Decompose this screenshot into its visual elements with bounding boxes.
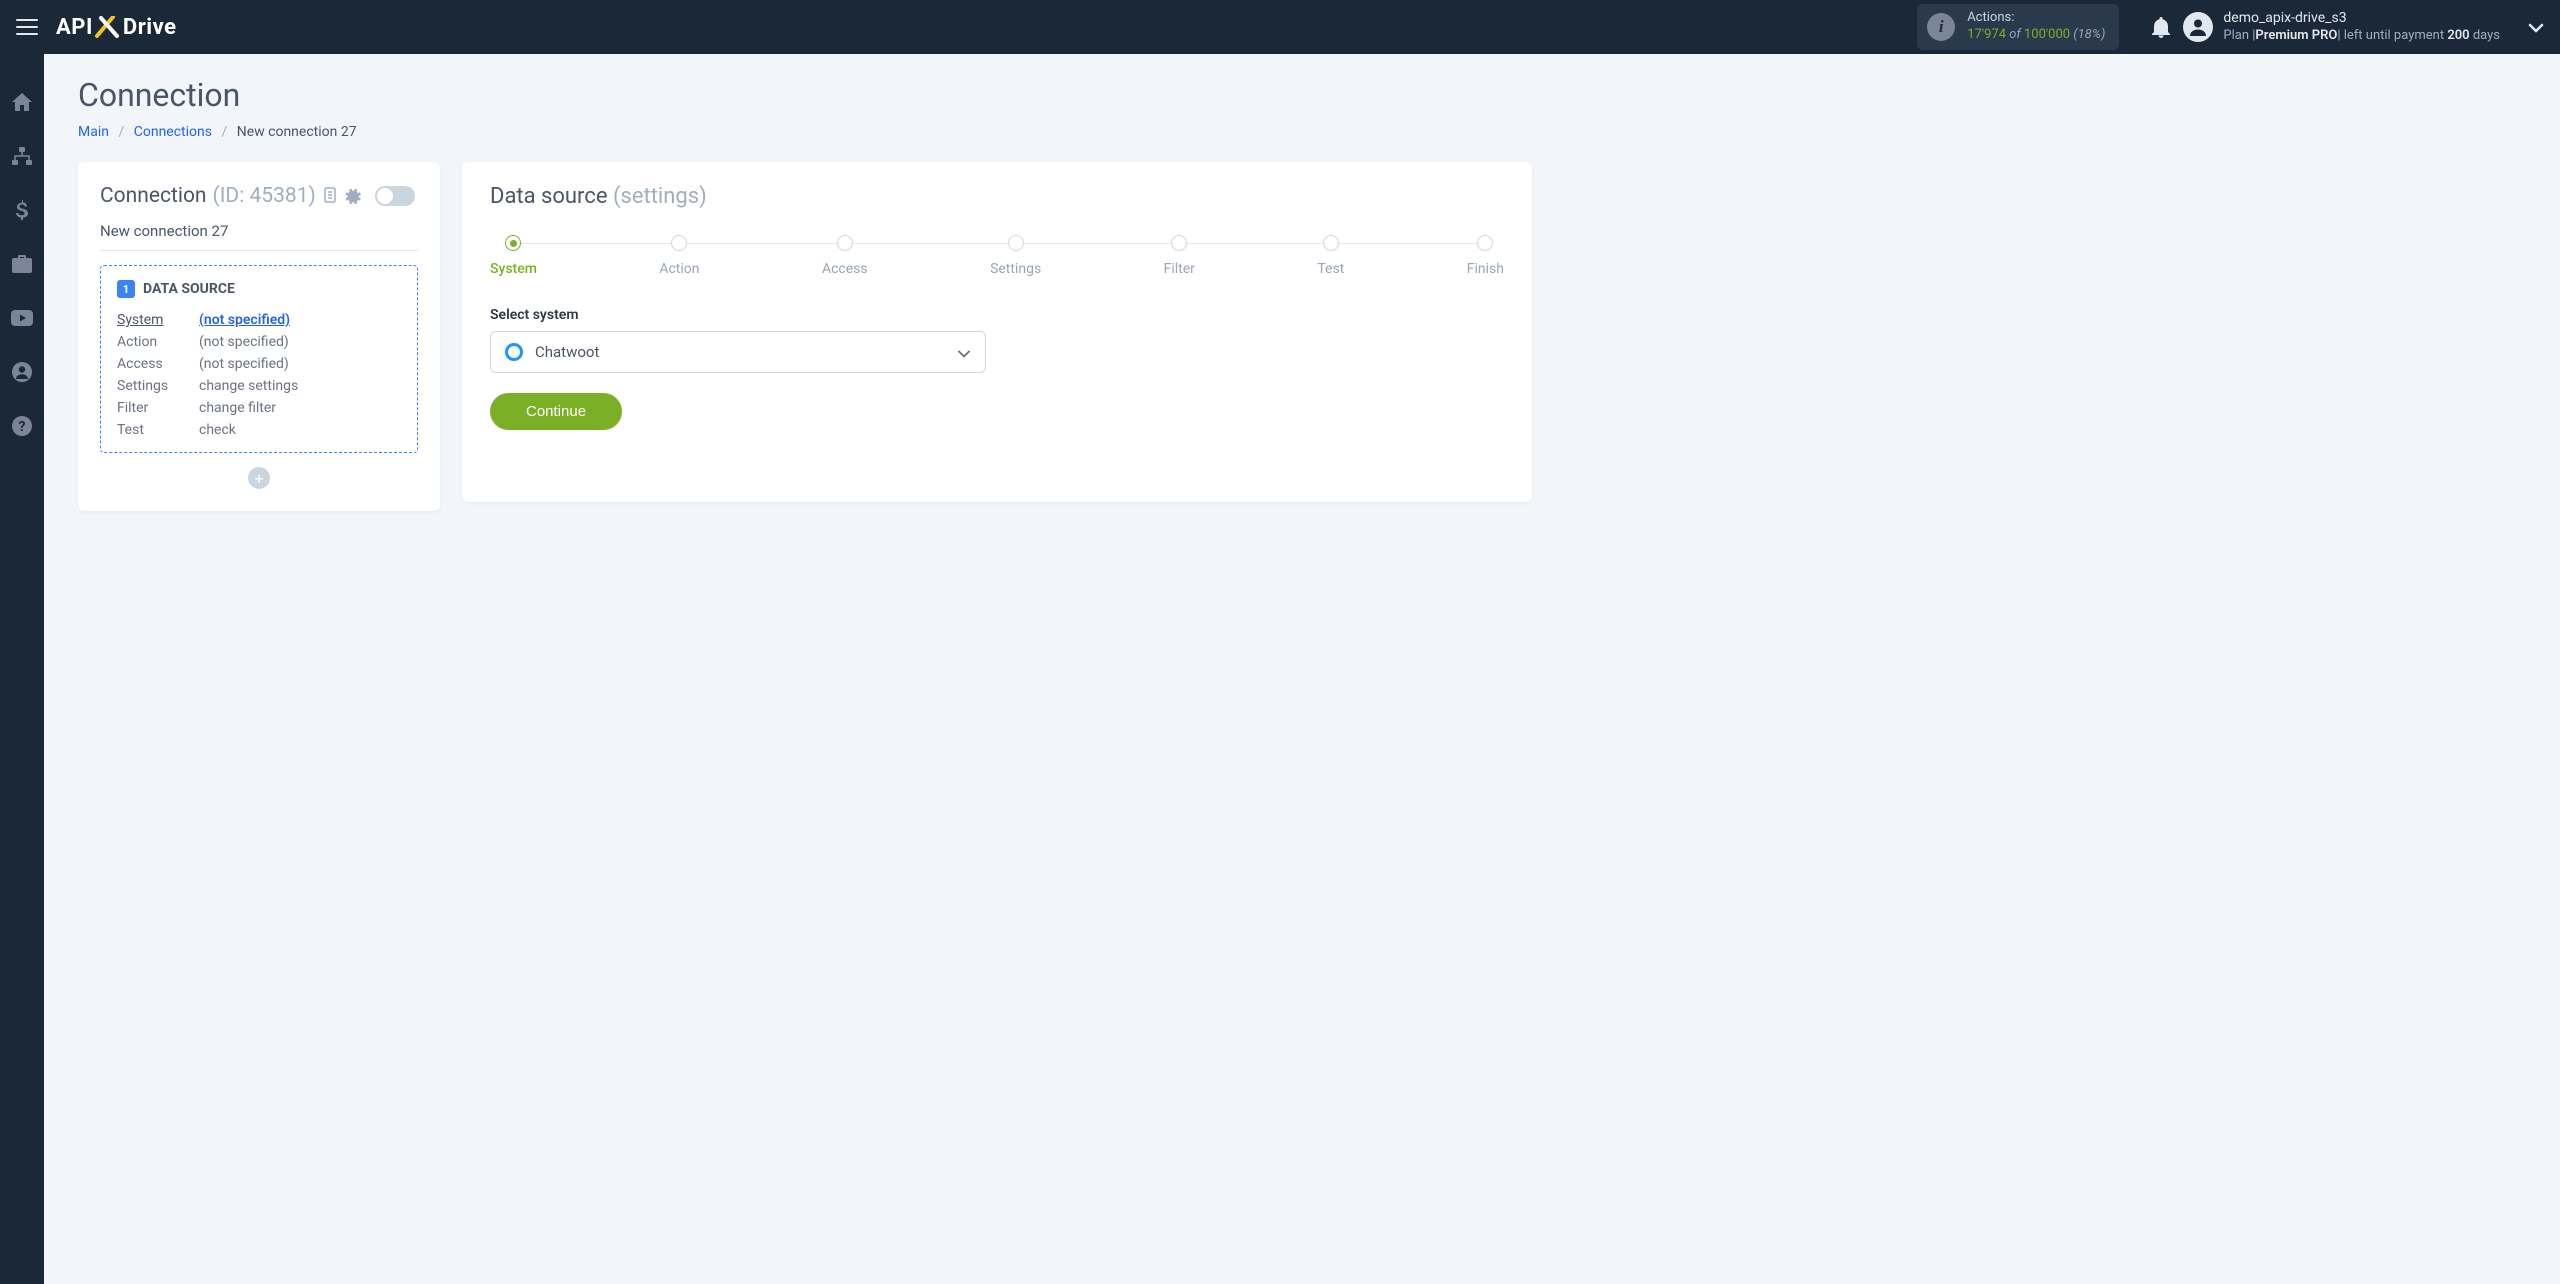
ds-row-settings-val: change settings	[199, 378, 401, 394]
gear-icon[interactable]	[344, 188, 361, 205]
logo-text-right: Drive	[123, 15, 177, 40]
ds-row-system-val[interactable]: (not specified)	[199, 312, 401, 328]
ds-row-access-key: Access	[117, 356, 199, 372]
stepper: System Action Access Settings Filter Tes…	[490, 235, 1504, 277]
sidebar-item-briefcase[interactable]	[0, 252, 44, 276]
actions-value: 17'974 of 100'000 (18%)	[1967, 27, 2105, 44]
add-destination-button[interactable]: +	[248, 467, 270, 489]
svg-text:?: ?	[19, 419, 26, 435]
info-icon: i	[1927, 13, 1955, 41]
breadcrumb-current: New connection 27	[237, 124, 357, 140]
topbar: API Drive i Actions: 17'974 of 100'000 (…	[0, 0, 2560, 54]
data-source-panel: Data source (settings) System Action Acc…	[462, 162, 1532, 502]
sidebar-item-connections[interactable]	[0, 144, 44, 168]
logo-text-left: API	[56, 15, 93, 40]
user-plan: Plan |Premium PRO| left until payment 20…	[2223, 28, 2500, 45]
step-action[interactable]: Action	[659, 235, 699, 277]
ds-rows: System (not specified) Action (not speci…	[117, 312, 401, 438]
logo[interactable]: API Drive	[56, 15, 176, 40]
sidebar-item-video[interactable]	[0, 306, 44, 330]
chevron-down-icon[interactable]	[2528, 18, 2544, 37]
ds-row-access-val: (not specified)	[199, 356, 401, 372]
menu-toggle[interactable]	[16, 19, 38, 35]
copy-icon[interactable]	[322, 187, 338, 205]
step-test[interactable]: Test	[1317, 235, 1344, 277]
sidebar-item-home[interactable]	[0, 90, 44, 114]
logo-x-icon	[95, 16, 121, 38]
page-title: Connection	[78, 76, 2526, 114]
ds-row-filter-val: change filter	[199, 400, 401, 416]
ds-title: DATA SOURCE	[143, 281, 235, 297]
sidebar-item-help[interactable]: ?	[0, 414, 44, 438]
ds-row-settings-key: Settings	[117, 378, 199, 394]
ds-badge: 1	[117, 280, 135, 298]
connection-toggle[interactable]	[375, 186, 415, 206]
ds-heading: Data source (settings)	[490, 184, 1504, 209]
ds-row-action-val: (not specified)	[199, 334, 401, 350]
step-system[interactable]: System	[490, 235, 537, 277]
connection-header: Connection (ID: 45381)	[100, 184, 418, 208]
chevron-down-icon	[957, 343, 971, 362]
ds-row-action-key: Action	[117, 334, 199, 350]
step-access[interactable]: Access	[822, 235, 868, 277]
breadcrumb: Main / Connections / New connection 27	[78, 124, 2526, 140]
select-system-dropdown[interactable]: Chatwoot	[490, 331, 986, 373]
chatwoot-icon	[505, 343, 523, 361]
step-filter[interactable]: Filter	[1164, 235, 1195, 277]
user-name: demo_apix-drive_s3	[2223, 9, 2500, 27]
avatar-icon	[2183, 12, 2213, 42]
connection-name: New connection 27	[100, 222, 418, 251]
select-value: Chatwoot	[535, 343, 945, 361]
step-finish[interactable]: Finish	[1467, 235, 1504, 277]
ds-row-test-key: Test	[117, 422, 199, 438]
select-system-label: Select system	[490, 307, 1504, 323]
breadcrumb-main[interactable]: Main	[78, 124, 109, 140]
sidebar-item-billing[interactable]	[0, 198, 44, 222]
user-menu[interactable]: demo_apix-drive_s3 Plan |Premium PRO| le…	[2183, 9, 2500, 44]
sidebar: ?	[0, 54, 44, 1284]
continue-button[interactable]: Continue	[490, 393, 622, 430]
breadcrumb-connections[interactable]: Connections	[134, 124, 212, 140]
actions-label: Actions:	[1967, 10, 2105, 27]
data-source-box: 1 DATA SOURCE System (not specified) Act…	[100, 265, 418, 453]
ds-row-system-key[interactable]: System	[117, 312, 199, 328]
notifications-button[interactable]	[2151, 16, 2171, 38]
ds-row-test-val: check	[199, 422, 401, 438]
actions-counter[interactable]: i Actions: 17'974 of 100'000 (18%)	[1917, 4, 2119, 50]
connection-panel: Connection (ID: 45381) New connection 27…	[78, 162, 440, 511]
connection-id: (ID: 45381)	[213, 184, 316, 208]
ds-row-filter-key: Filter	[117, 400, 199, 416]
main-content: Connection Main / Connections / New conn…	[44, 54, 2560, 1284]
sidebar-item-account[interactable]	[0, 360, 44, 384]
step-settings[interactable]: Settings	[990, 235, 1041, 277]
